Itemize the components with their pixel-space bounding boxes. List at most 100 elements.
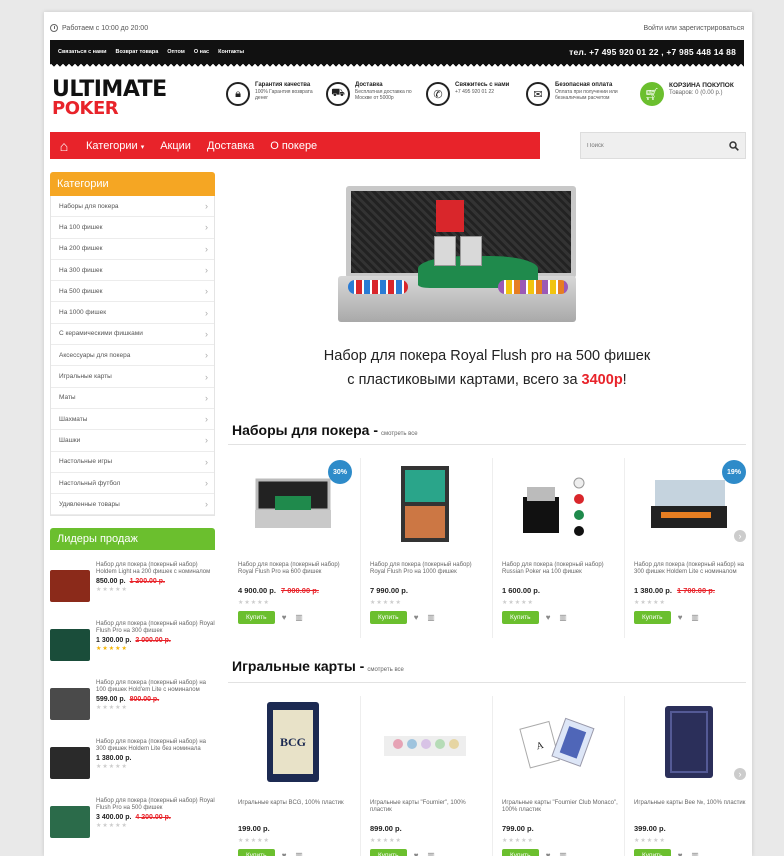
home-icon[interactable]: ⌂ bbox=[50, 132, 78, 159]
price-current: 1 380.00 р. bbox=[96, 755, 132, 762]
product-name[interactable]: Игральные карты Bee №, 100% пластик bbox=[634, 800, 750, 807]
compare-chart-icon[interactable]: ▥ bbox=[690, 612, 701, 623]
product-name[interactable]: Набор для покера (покерный набор) на 300… bbox=[634, 562, 750, 576]
category-item[interactable]: На 100 фишек bbox=[51, 217, 214, 239]
category-item[interactable]: Аксессуары для покера bbox=[51, 345, 214, 367]
product-name[interactable]: Игральные карты BCG, 100% пластик bbox=[238, 800, 354, 807]
carousel-next-arrow-icon[interactable]: › bbox=[734, 530, 746, 542]
product-image[interactable]: A bbox=[506, 702, 608, 782]
product-name[interactable]: Набор для покера (покерный набор) Holdem… bbox=[96, 562, 215, 576]
shopping-cart[interactable]: 🛒︎ КОРЗИНА ПОКУПОК Товаров: 0 (0.00 р.) bbox=[640, 82, 746, 106]
wishlist-heart-icon[interactable]: ♥ bbox=[543, 612, 554, 623]
category-item[interactable]: На 1000 фишек bbox=[51, 302, 214, 324]
topnav-contacts[interactable]: Контакты bbox=[218, 49, 244, 55]
category-item[interactable]: На 200 фишек bbox=[51, 239, 214, 260]
compare-chart-icon[interactable]: ▥ bbox=[558, 612, 569, 623]
menu-categories[interactable]: Категории ▾ bbox=[78, 140, 152, 152]
bestseller-item[interactable]: Набор для покера (покерный набор) Royal … bbox=[50, 794, 215, 853]
wishlist-heart-icon[interactable]: ♥ bbox=[543, 850, 554, 856]
category-item[interactable]: Настольный футбол bbox=[51, 473, 214, 495]
product-image[interactable] bbox=[506, 464, 608, 544]
product-price: 7 990.00 р. bbox=[370, 586, 408, 595]
wishlist-heart-icon[interactable]: ♥ bbox=[675, 850, 686, 856]
product-name[interactable]: Набор для покера (покерный набор) Royal … bbox=[96, 798, 215, 812]
feature-title: Гарантия качества bbox=[255, 82, 311, 88]
product-image[interactable] bbox=[374, 702, 476, 782]
product-thumbnail[interactable] bbox=[50, 629, 90, 661]
carousel-next-arrow-icon[interactable]: › bbox=[734, 768, 746, 780]
banner-subtitle-text: с пластиковыми картами, всего за bbox=[347, 372, 578, 388]
buy-button[interactable]: Купить bbox=[502, 611, 539, 624]
menu-about-poker[interactable]: О покере bbox=[262, 140, 325, 152]
compare-chart-icon[interactable]: ▥ bbox=[690, 850, 701, 856]
category-item[interactable]: Наборы для покера bbox=[51, 196, 214, 218]
product-name[interactable]: Набор для покера (покерный набор) Russia… bbox=[502, 562, 618, 576]
product-name[interactable]: Набор для покера (покерный набор) Royal … bbox=[370, 562, 486, 576]
topnav-wholesale[interactable]: Оптом bbox=[167, 49, 185, 55]
topnav-about[interactable]: О нас bbox=[194, 49, 209, 55]
compare-chart-icon[interactable]: ▥ bbox=[558, 850, 569, 856]
compare-chart-icon[interactable]: ▥ bbox=[294, 612, 305, 623]
wishlist-heart-icon[interactable]: ♥ bbox=[279, 612, 290, 623]
topnav-returns[interactable]: Возврат товара bbox=[116, 49, 159, 55]
buy-button[interactable]: Купить bbox=[634, 849, 671, 856]
compare-chart-icon[interactable]: ▥ bbox=[294, 850, 305, 856]
product-thumbnail[interactable] bbox=[50, 806, 90, 838]
compare-chart-icon[interactable]: ▥ bbox=[426, 612, 437, 623]
buy-button[interactable]: Купить bbox=[502, 849, 539, 856]
buy-button[interactable]: Купить bbox=[370, 611, 407, 624]
category-item[interactable]: Настольные игры bbox=[51, 452, 214, 473]
buy-button[interactable]: Купить bbox=[238, 611, 275, 624]
menu-sales[interactable]: Акции bbox=[152, 140, 199, 152]
product-thumbnail[interactable] bbox=[50, 747, 90, 779]
product-price: 3 400.00 р. 4 200.00 р. bbox=[96, 814, 215, 821]
search-button[interactable] bbox=[723, 133, 745, 158]
product-name[interactable]: Набор для покера (покерный набор) Royal … bbox=[96, 621, 215, 635]
view-all-link[interactable]: смотреть все bbox=[367, 667, 404, 673]
product-image[interactable] bbox=[374, 464, 476, 544]
category-item[interactable]: На 300 фишек bbox=[51, 260, 214, 282]
wishlist-heart-icon[interactable]: ♥ bbox=[279, 850, 290, 856]
product-actions: Купить ♥ ▥ bbox=[238, 849, 305, 856]
bestsellers-title: Лидеры продаж bbox=[50, 528, 215, 550]
topnav-contact[interactable]: Связаться с нами bbox=[58, 49, 107, 55]
price-old: 7 000.00 р. bbox=[280, 586, 319, 595]
compare-chart-icon[interactable]: ▥ bbox=[426, 850, 437, 856]
site-logo[interactable]: ULTIMATE POKER bbox=[52, 79, 212, 120]
product-name[interactable]: Набор для покера (покерный набор) на 100… bbox=[96, 680, 215, 694]
promo-banner[interactable]: Набор для покера Royal Flush pro на 500 … bbox=[228, 172, 746, 402]
buy-button[interactable]: Купить bbox=[370, 849, 407, 856]
login-register-link[interactable]: Войти или зарегистрироваться bbox=[643, 25, 744, 32]
wishlist-heart-icon[interactable]: ♥ bbox=[675, 612, 686, 623]
product-name[interactable]: Игральные карты "Fournier", 100% пластик bbox=[370, 800, 486, 814]
wishlist-heart-icon[interactable]: ♥ bbox=[411, 612, 422, 623]
category-item[interactable]: Маты bbox=[51, 388, 214, 409]
buy-button[interactable]: Купить bbox=[634, 611, 671, 624]
product-image[interactable] bbox=[638, 702, 740, 782]
bestseller-item[interactable]: Набор для покера (покерный набор) Holdem… bbox=[50, 558, 215, 617]
category-item[interactable]: Шахматы bbox=[51, 409, 214, 431]
product-price: 850.00 р. 1 200.00 р. bbox=[96, 578, 215, 585]
category-item[interactable]: На 500 фишек bbox=[51, 281, 214, 303]
wishlist-heart-icon[interactable]: ♥ bbox=[411, 850, 422, 856]
product-thumbnail[interactable] bbox=[50, 688, 90, 720]
buy-button[interactable]: Купить bbox=[238, 849, 275, 856]
bestseller-item[interactable]: Набор для покера (покерный набор) Royal … bbox=[50, 617, 215, 676]
category-item[interactable]: Шашки bbox=[51, 430, 214, 452]
category-item[interactable]: С керамическими фишками bbox=[51, 324, 214, 346]
category-item[interactable]: Удивленные товары bbox=[51, 494, 214, 516]
view-all-link[interactable]: смотреть все bbox=[381, 431, 418, 437]
bestseller-item[interactable]: Набор для покера (покерный набор) на 300… bbox=[50, 735, 215, 794]
product-price: 799.00 р. bbox=[502, 824, 534, 833]
category-item[interactable]: Игральные карты bbox=[51, 366, 214, 388]
divider bbox=[492, 696, 493, 856]
product-name[interactable]: Набор для покера (покерный набор) Royal … bbox=[238, 562, 354, 576]
product-thumbnail[interactable] bbox=[50, 570, 90, 602]
product-name[interactable]: Набор для покера (покерный набор) на 300… bbox=[96, 739, 215, 753]
product-image[interactable]: BCG bbox=[242, 702, 344, 782]
bestseller-item[interactable]: Набор для покера (покерный набор) на 100… bbox=[50, 676, 215, 735]
product-card: A Игральные карты "Fournier Club Monaco"… bbox=[496, 692, 618, 856]
menu-delivery[interactable]: Доставка bbox=[199, 140, 262, 152]
search-input[interactable] bbox=[581, 142, 723, 149]
product-name[interactable]: Игральные карты "Fournier Club Monaco", … bbox=[502, 800, 618, 814]
